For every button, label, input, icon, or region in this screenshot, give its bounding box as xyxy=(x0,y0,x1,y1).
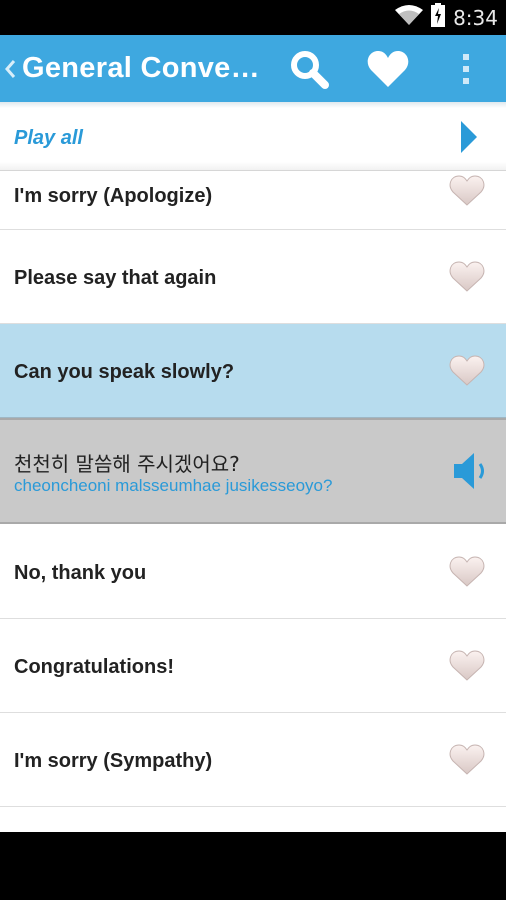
heart-icon[interactable] xyxy=(449,556,485,593)
status-bar: 8:34 xyxy=(0,0,506,35)
phrase-label: I'm sorry (Sympathy) xyxy=(14,750,213,772)
battery-icon xyxy=(431,3,446,32)
wifi-icon xyxy=(395,4,424,31)
list-item[interactable]: Please say that again xyxy=(0,230,506,324)
translation-panel: 천천히 말씀해 주시겠어요? cheoncheoni malsseumhae j… xyxy=(0,418,506,524)
phrase-label: No, thank you xyxy=(14,562,147,584)
search-button[interactable] xyxy=(284,35,334,102)
phrase-label: Congratulations! xyxy=(14,656,174,678)
search-icon xyxy=(291,50,329,89)
phrase-label: Can you speak slowly? xyxy=(14,361,235,383)
overflow-menu-icon xyxy=(463,53,469,84)
play-all-bar[interactable]: Play all xyxy=(0,102,506,171)
favorites-heart-icon xyxy=(367,50,409,87)
list-item[interactable] xyxy=(0,807,506,832)
list-item[interactable]: No, thank you xyxy=(0,524,506,619)
favorites-button[interactable] xyxy=(362,35,414,102)
romanization-text: cheoncheoni malsseumhae jusikesseoyo? xyxy=(14,476,333,495)
heart-icon[interactable] xyxy=(449,355,485,392)
korean-text: 천천히 말씀해 주시겠어요? xyxy=(14,452,240,476)
speaker-icon[interactable] xyxy=(452,450,490,497)
phrase-label: Please say that again xyxy=(14,267,217,289)
status-icons: 8:34 xyxy=(395,0,498,35)
list-item[interactable]: Congratulations! xyxy=(0,619,506,713)
action-bar: General Conve… xyxy=(0,35,506,102)
navigation-bar-area xyxy=(0,832,506,900)
page-title[interactable]: General Conve… xyxy=(22,35,260,102)
list-item[interactable]: I'm sorry (Apologize) xyxy=(0,170,506,230)
play-icon[interactable] xyxy=(460,120,478,159)
status-time: 8:34 xyxy=(453,5,498,30)
play-all-label[interactable]: Play all xyxy=(14,102,83,174)
heart-icon[interactable] xyxy=(449,650,485,687)
heart-icon[interactable] xyxy=(449,261,485,298)
heart-icon[interactable] xyxy=(449,744,485,781)
list-item[interactable]: I'm sorry (Sympathy) xyxy=(0,713,506,807)
back-chevron-icon[interactable] xyxy=(4,35,16,102)
phrase-label: I'm sorry (Apologize) xyxy=(14,185,213,207)
heart-icon[interactable] xyxy=(449,175,485,212)
phrase-list: I'm sorry (Apologize) Please say that ag… xyxy=(0,170,506,832)
overflow-menu-button[interactable] xyxy=(450,35,482,102)
list-item-selected[interactable]: Can you speak slowly? xyxy=(0,324,506,418)
